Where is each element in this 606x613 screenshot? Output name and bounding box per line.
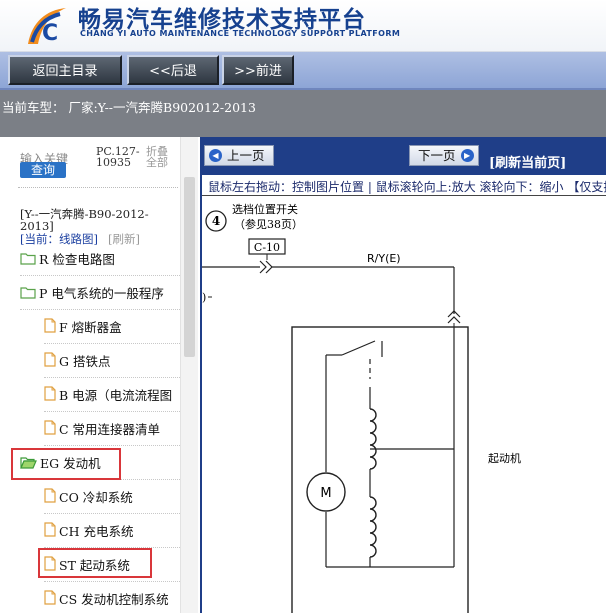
divider: [20, 309, 180, 310]
app-header: C 畅易汽车维修技术支持平台 CHANG YI AUTO MAINTENANCE…: [0, 0, 606, 52]
home-button[interactable]: 返回主目录: [8, 55, 122, 85]
wire-color-label: R/Y(E): [367, 252, 401, 265]
tree-item-label: CO 冷却系统: [59, 490, 133, 505]
vehicle-bar: 当前车型： 厂家:Y--一汽奔腾B902012-2013: [0, 90, 606, 137]
divider: [18, 187, 178, 188]
tree-item[interactable]: CS 发动机控制系统: [44, 588, 169, 612]
search-code: PC.127-10935: [96, 145, 140, 169]
current-vehicle-text: 当前车型： 厂家:Y--一汽奔腾B902012-2013: [2, 100, 256, 115]
document-icon: [44, 351, 56, 375]
folder-icon: [20, 283, 36, 307]
arrow-left-icon: ◀: [209, 149, 222, 162]
divider: [44, 581, 180, 582]
back-button[interactable]: <<后退: [127, 55, 219, 85]
arrow-right-icon: ▶: [460, 149, 474, 162]
tree-item[interactable]: G 搭铁点: [44, 350, 110, 374]
switch-title: 选档位置开关: [232, 202, 298, 216]
divider: [44, 445, 180, 446]
scrollbar-thumb[interactable]: [184, 177, 195, 357]
tree-item[interactable]: P 电气系统的一般程序: [20, 282, 164, 306]
divider: [20, 275, 180, 276]
document-icon: [44, 419, 56, 443]
tree-item-label: G 搭铁点: [59, 354, 111, 369]
brand-subtitle: CHANG YI AUTO MAINTENANCE TECHNOLOGY SUP…: [80, 29, 401, 38]
tree-item[interactable]: B 电源（电流流程图: [44, 384, 172, 408]
sidebar: 输入关键 查询 PC.127-10935 折叠全部 [Y--一汽奔腾-B90-2…: [0, 137, 200, 613]
document-icon: [44, 487, 56, 511]
tree-item-label: R 检查电路图: [39, 252, 115, 267]
switch-ref: （参见38页）: [234, 217, 303, 231]
switch-contact: [341, 340, 376, 356]
search-button[interactable]: 查询: [20, 162, 66, 178]
current-vehicle-label: [Y--一汽奔腾-B90-2012-2013]: [20, 207, 149, 233]
collapse-all-link[interactable]: 折叠全部: [146, 146, 176, 168]
tree-item-label: C 常用连接器清单: [59, 422, 161, 437]
forward-button[interactable]: >>前进: [222, 55, 294, 85]
tree-item-label: CS 发动机控制系统: [59, 592, 169, 607]
highlight-box: [11, 448, 121, 480]
motor-label: M: [320, 486, 331, 501]
divider: [202, 195, 606, 196]
tree-item-label: F 熔断器盒: [59, 320, 122, 335]
brand-logo-icon: C: [28, 8, 66, 46]
sidebar-scrollbar[interactable]: [180, 137, 198, 613]
prev-page-button[interactable]: ◀ 上一页: [204, 145, 274, 166]
tree-item[interactable]: CO 冷却系统: [44, 486, 133, 510]
next-page-button[interactable]: 下一页 ▶: [409, 145, 479, 166]
highlight-box: [38, 548, 152, 578]
tree-item[interactable]: CH 充电系统: [44, 520, 133, 544]
coil: [369, 408, 377, 470]
tree-item-label: P 电气系统的一般程序: [39, 286, 164, 301]
current-location-link[interactable]: [当前：线路图]: [20, 231, 98, 247]
refresh-page-link[interactable]: [刷新当前页]: [489, 152, 566, 171]
divider: [44, 513, 180, 514]
tree-item[interactable]: C 常用连接器清单: [44, 418, 160, 442]
tree-item[interactable]: F 熔断器盒: [44, 316, 122, 340]
divider: [44, 343, 180, 344]
refresh-link[interactable]: [刷新]: [108, 231, 140, 247]
document-icon: [44, 317, 56, 341]
connector-symbol: [259, 260, 273, 274]
viewer-toolbar: ◀ 上一页 下一页 ▶ [刷新当前页]: [202, 137, 606, 175]
wire-stub: ): [202, 291, 206, 304]
connector-label: C-10: [254, 241, 280, 254]
prev-page-label: 上一页: [227, 148, 265, 163]
starter-label: 起动机: [488, 451, 521, 465]
coil: [369, 496, 377, 558]
document-icon: [44, 589, 56, 613]
tree-item-label: B 电源（电流流程图: [59, 388, 173, 403]
tree-item[interactable]: R 检查电路图: [20, 248, 115, 272]
callout-number: 4: [212, 214, 220, 228]
svg-text:C: C: [42, 21, 58, 46]
wiring-diagram[interactable]: 4 选档位置开关 （参见38页） C-10 R/Y(E) ) M 起动机: [202, 197, 606, 613]
document-icon: [44, 385, 56, 409]
divider: [44, 377, 180, 378]
divider: [44, 411, 180, 412]
nav-toolbar: 返回主目录 <<后退 >>前进: [0, 52, 606, 90]
starter-box: [291, 326, 469, 613]
folder-icon: [20, 249, 36, 273]
document-icon: [44, 521, 56, 545]
tree-item-label: CH 充电系统: [59, 524, 134, 539]
diagram-viewer: ◀ 上一页 下一页 ▶ [刷新当前页] 鼠标左右拖动：控制图片位置 | 鼠标滚轮…: [200, 137, 606, 613]
next-page-label: 下一页: [418, 148, 456, 163]
usage-hint: 鼠标左右拖动：控制图片位置 | 鼠标滚轮向上:放大 滚轮向下：缩小 【仅支持: [208, 180, 606, 194]
